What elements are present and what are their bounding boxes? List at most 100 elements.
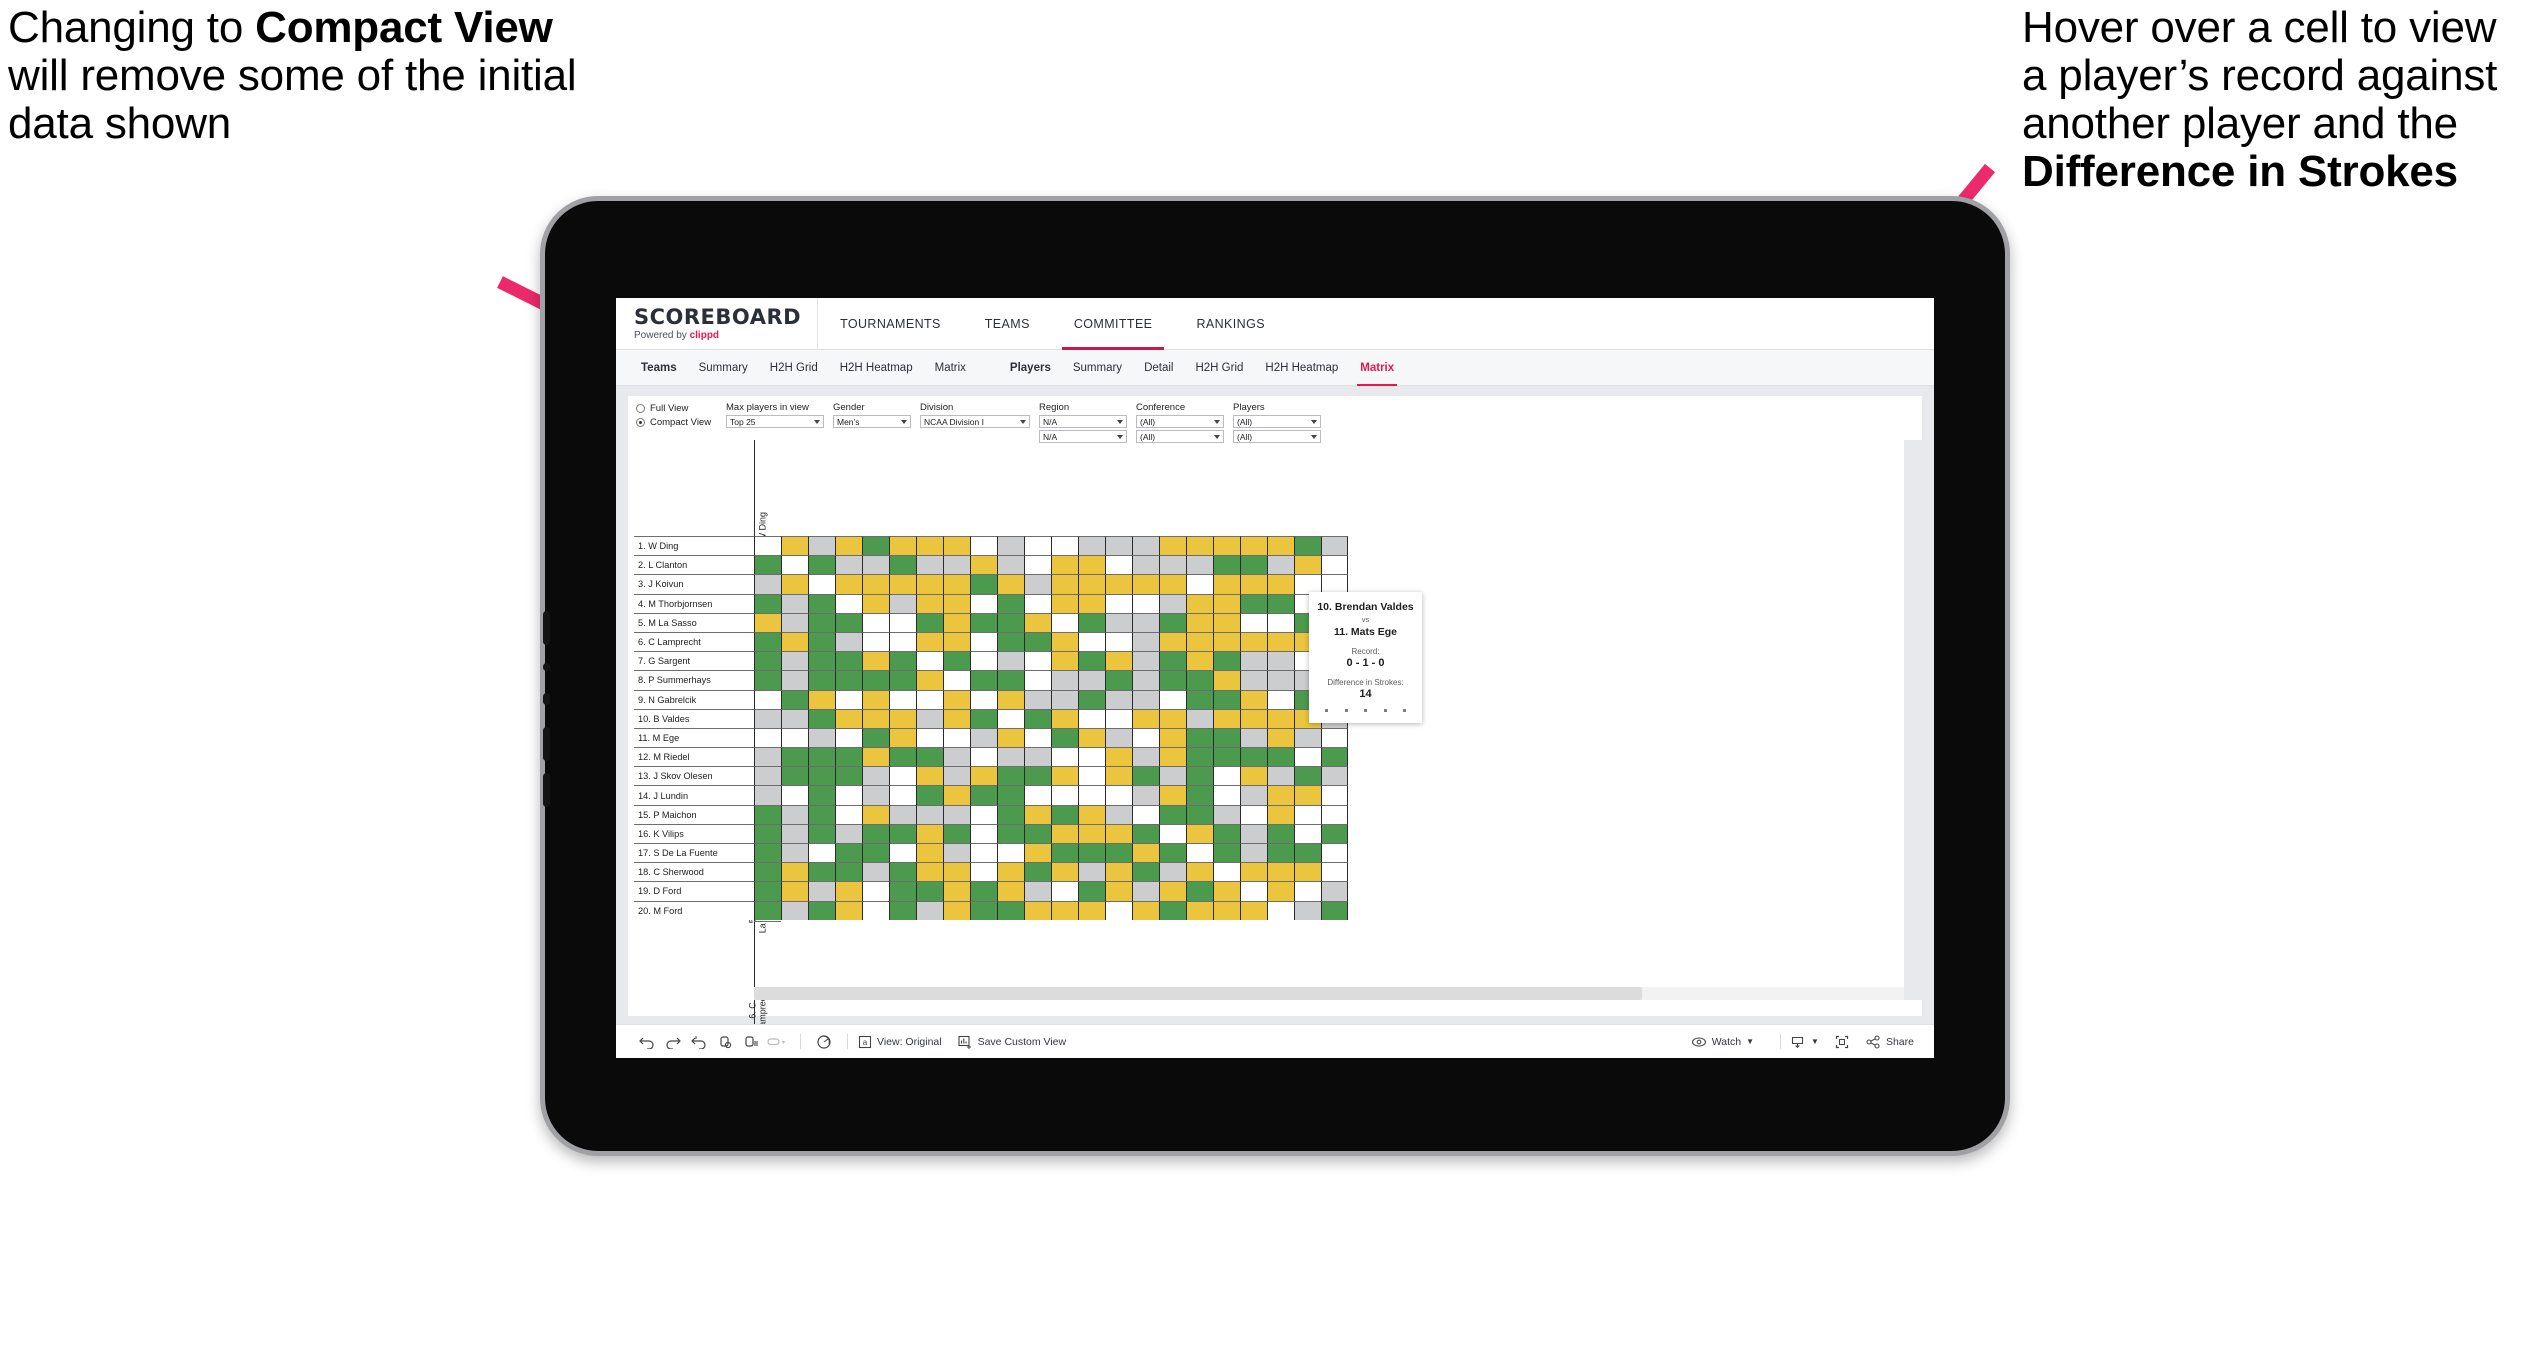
matrix-cell[interactable] bbox=[916, 651, 943, 671]
matrix-cell[interactable] bbox=[943, 574, 970, 594]
matrix-cell[interactable] bbox=[808, 689, 835, 709]
matrix-cell[interactable] bbox=[1321, 555, 1348, 575]
matrix-cell[interactable] bbox=[835, 536, 862, 556]
matrix-cell[interactable] bbox=[862, 862, 889, 882]
matrix-cell[interactable] bbox=[1267, 536, 1294, 556]
matrix-cell[interactable] bbox=[808, 631, 835, 652]
matrix-cell[interactable] bbox=[1105, 747, 1132, 767]
matrix-cell[interactable] bbox=[1132, 612, 1159, 632]
matrix-cell[interactable] bbox=[1213, 804, 1240, 824]
matrix-cell[interactable] bbox=[1213, 727, 1240, 748]
radio-compact-view[interactable]: Compact View bbox=[636, 417, 726, 428]
matrix-cell[interactable] bbox=[1240, 766, 1267, 786]
matrix-cell[interactable] bbox=[1024, 727, 1051, 748]
matrix-cell[interactable] bbox=[1240, 536, 1267, 556]
matrix-cell[interactable] bbox=[889, 536, 916, 556]
matrix-cell[interactable] bbox=[1240, 631, 1267, 652]
matrix-cell[interactable] bbox=[997, 612, 1024, 632]
matrix-row-label[interactable]: 8. P Summerhays bbox=[634, 670, 754, 690]
matrix-cell[interactable] bbox=[1051, 593, 1078, 613]
matrix-cell[interactable] bbox=[1186, 862, 1213, 882]
matrix-cell[interactable] bbox=[1159, 766, 1186, 786]
sub-nav-item-summary[interactable]: Summary bbox=[1062, 355, 1133, 381]
matrix-cell[interactable] bbox=[754, 785, 781, 805]
matrix-cell[interactable] bbox=[943, 536, 970, 556]
matrix-cell[interactable] bbox=[997, 689, 1024, 709]
matrix-cell[interactable] bbox=[916, 804, 943, 824]
matrix-row-label[interactable]: 6. C Lamprecht bbox=[634, 631, 754, 652]
matrix-cell[interactable] bbox=[862, 881, 889, 901]
matrix-cell[interactable] bbox=[1105, 900, 1132, 920]
matrix-cell[interactable] bbox=[1051, 747, 1078, 767]
matrix-cell[interactable] bbox=[1294, 785, 1321, 805]
matrix-cell[interactable] bbox=[916, 555, 943, 575]
matrix-cell[interactable] bbox=[889, 881, 916, 901]
matrix-cell[interactable] bbox=[1267, 574, 1294, 594]
matrix-cell[interactable] bbox=[1024, 651, 1051, 671]
matrix-cell[interactable] bbox=[889, 785, 916, 805]
matrix-row-label[interactable]: 10. B Valdes bbox=[634, 708, 754, 728]
matrix-cell[interactable] bbox=[862, 843, 889, 863]
matrix-cell[interactable] bbox=[781, 843, 808, 863]
matrix-cell[interactable] bbox=[1024, 823, 1051, 843]
matrix-cell[interactable] bbox=[1213, 555, 1240, 575]
matrix-cell[interactable] bbox=[835, 843, 862, 863]
matrix-cell[interactable] bbox=[970, 900, 997, 920]
matrix-cell[interactable] bbox=[916, 574, 943, 594]
matrix-cell[interactable] bbox=[835, 631, 862, 652]
matrix-cell[interactable] bbox=[970, 651, 997, 671]
matrix-cell[interactable] bbox=[1159, 708, 1186, 728]
matrix-cell[interactable] bbox=[1132, 593, 1159, 613]
matrix-cell[interactable] bbox=[1267, 766, 1294, 786]
horizontal-scrollbar[interactable] bbox=[754, 987, 1904, 1000]
matrix-cell[interactable] bbox=[808, 843, 835, 863]
filter-select-players[interactable]: (All) bbox=[1233, 415, 1321, 428]
matrix-cell[interactable] bbox=[1186, 804, 1213, 824]
matrix-cell[interactable] bbox=[1159, 670, 1186, 690]
matrix-cell[interactable] bbox=[916, 747, 943, 767]
matrix-cell[interactable] bbox=[1051, 651, 1078, 671]
matrix-cell[interactable] bbox=[808, 900, 835, 920]
matrix-cell[interactable] bbox=[1105, 651, 1132, 671]
matrix-cell[interactable] bbox=[1024, 862, 1051, 882]
matrix-cell[interactable] bbox=[1294, 843, 1321, 863]
matrix-cell[interactable] bbox=[889, 862, 916, 882]
matrix-cell[interactable] bbox=[970, 670, 997, 690]
matrix-row-label[interactable]: 9. N Gabrelcik bbox=[634, 689, 754, 709]
matrix-cell[interactable] bbox=[781, 536, 808, 556]
matrix-cell[interactable] bbox=[1213, 900, 1240, 920]
filter-select-gender[interactable]: Men’s bbox=[833, 415, 911, 428]
matrix-cell[interactable] bbox=[1267, 862, 1294, 882]
matrix-cell[interactable] bbox=[1159, 651, 1186, 671]
matrix-cell[interactable] bbox=[997, 593, 1024, 613]
matrix-cell[interactable] bbox=[808, 823, 835, 843]
matrix-cell[interactable] bbox=[781, 766, 808, 786]
matrix-cell[interactable] bbox=[1078, 708, 1105, 728]
matrix-cell[interactable] bbox=[1240, 555, 1267, 575]
matrix-cell[interactable] bbox=[1105, 670, 1132, 690]
sub-nav-item-h2h-grid[interactable]: H2H Grid bbox=[1184, 355, 1254, 381]
matrix-cell[interactable] bbox=[1267, 670, 1294, 690]
matrix-cell[interactable] bbox=[1213, 670, 1240, 690]
matrix-cell[interactable] bbox=[1159, 555, 1186, 575]
matrix-cell[interactable] bbox=[970, 785, 997, 805]
matrix-cell[interactable] bbox=[1267, 785, 1294, 805]
matrix-cell[interactable] bbox=[1105, 727, 1132, 748]
matrix-cell[interactable] bbox=[1267, 593, 1294, 613]
matrix-cell[interactable] bbox=[1105, 612, 1132, 632]
matrix-cell[interactable] bbox=[1186, 785, 1213, 805]
matrix-cell[interactable] bbox=[808, 862, 835, 882]
matrix-cell[interactable] bbox=[1240, 900, 1267, 920]
matrix-cell[interactable] bbox=[754, 593, 781, 613]
matrix-cell[interactable] bbox=[862, 708, 889, 728]
matrix-row-label[interactable]: 4. M Thorbjornsen bbox=[634, 593, 754, 613]
matrix-cell[interactable] bbox=[862, 727, 889, 748]
matrix-cell[interactable] bbox=[1105, 766, 1132, 786]
matrix-cell[interactable] bbox=[970, 612, 997, 632]
matrix-cell[interactable] bbox=[1213, 708, 1240, 728]
matrix-cell[interactable] bbox=[1105, 823, 1132, 843]
matrix-cell[interactable] bbox=[1078, 862, 1105, 882]
matrix-cell[interactable] bbox=[1321, 785, 1348, 805]
matrix-cell[interactable] bbox=[1024, 612, 1051, 632]
matrix-cell[interactable] bbox=[970, 708, 997, 728]
